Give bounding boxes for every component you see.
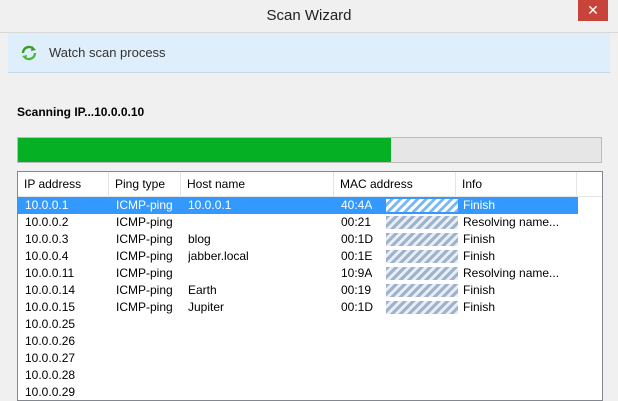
cell-ip: 10.0.0.4	[25, 249, 69, 263]
table-row[interactable]: 10.0.0.28	[18, 367, 578, 384]
cell-ip: 10.0.0.29	[25, 385, 76, 399]
window-title: Scan Wizard	[266, 7, 352, 24]
cell-host: jabber.local	[188, 249, 249, 263]
cell-info: Finish	[463, 198, 496, 212]
cell-host: Earth	[188, 283, 217, 297]
cell-mac: 00:1E	[341, 249, 373, 263]
cell-info: Resolving name...	[463, 215, 560, 229]
mac-redaction	[386, 301, 458, 314]
wizard-header: Watch scan process	[8, 33, 610, 73]
title-bar: Scan Wizard ✕	[0, 0, 618, 33]
cell-info: Finish	[463, 232, 496, 246]
cell-host: Jupiter	[188, 300, 225, 314]
cell-ping: ICMP-ping	[116, 215, 173, 229]
cell-ip: 10.0.0.14	[25, 283, 76, 297]
cell-ping: ICMP-ping	[116, 283, 173, 297]
cell-host: 10.0.0.1	[188, 198, 232, 212]
table-row[interactable]: 10.0.0.14 ICMP-ping Earth 00:19 Finish	[18, 282, 578, 299]
table-row[interactable]: 10.0.0.2 ICMP-ping 00:21 Resolving name...	[18, 214, 578, 231]
cell-ip: 10.0.0.1	[25, 198, 69, 212]
table-row[interactable]: 10.0.0.29	[18, 384, 578, 400]
close-icon: ✕	[587, 2, 599, 18]
table-header: IP address Ping type Host name MAC addre…	[18, 172, 602, 197]
cell-ip: 10.0.0.3	[25, 232, 69, 246]
cell-ping: ICMP-ping	[116, 198, 173, 212]
progress-fill	[18, 138, 392, 162]
table-row[interactable]: 10.0.0.27	[18, 350, 578, 367]
cell-mac: 00:1D	[341, 300, 374, 314]
cell-info: Finish	[463, 300, 496, 314]
mac-redaction	[386, 233, 458, 246]
cell-info: Finish	[463, 249, 496, 263]
mac-redaction	[386, 267, 458, 280]
mac-redaction	[386, 216, 458, 229]
cell-ip: 10.0.0.11	[25, 266, 75, 280]
results-table[interactable]: IP address Ping type Host name MAC addre…	[17, 171, 603, 401]
mac-redaction	[386, 284, 458, 297]
cell-info: Finish	[463, 283, 496, 297]
table-row[interactable]: 10.0.0.26	[18, 333, 578, 350]
scan-progress-bar	[17, 137, 602, 163]
cell-mac: 00:1D	[341, 232, 374, 246]
table-row[interactable]: 10.0.0.3 ICMP-ping blog 00:1D Finish	[18, 231, 578, 248]
cell-ip: 10.0.0.27	[25, 351, 76, 365]
cell-ip: 10.0.0.2	[25, 215, 69, 229]
close-button[interactable]: ✕	[578, 0, 608, 21]
mac-redaction	[386, 250, 458, 263]
cell-mac: 00:21	[341, 215, 372, 229]
column-header-info[interactable]: Info	[456, 172, 577, 196]
cell-ip: 10.0.0.25	[25, 317, 76, 331]
column-header-host-name[interactable]: Host name	[181, 172, 334, 196]
cell-ping: ICMP-ping	[116, 266, 173, 280]
cell-ping: ICMP-ping	[116, 300, 173, 314]
cell-mac: 00:19	[341, 283, 372, 297]
cell-ip: 10.0.0.26	[25, 334, 76, 348]
table-row[interactable]: 10.0.0.11 ICMP-ping 10:9A Resolving name...	[18, 265, 578, 282]
cell-ip: 10.0.0.28	[25, 368, 76, 382]
mac-redaction	[386, 199, 458, 212]
cell-info: Resolving name...	[463, 266, 560, 280]
cell-host: blog	[188, 232, 211, 246]
cell-mac: 10:9A	[341, 266, 373, 280]
scan-status: Scanning IP...10.0.0.10	[17, 105, 145, 119]
cell-mac: 40:4A	[341, 198, 373, 212]
header-title: Watch scan process	[49, 45, 166, 60]
table-row[interactable]: 10.0.0.15 ICMP-ping Jupiter 00:1D Finish	[18, 299, 578, 316]
cell-ping: ICMP-ping	[116, 232, 173, 246]
column-header-mac[interactable]: MAC address	[334, 172, 456, 196]
table-row[interactable]: 10.0.0.1 ICMP-ping 10.0.0.1 40:4A Finish	[18, 197, 578, 214]
cell-ping: ICMP-ping	[116, 249, 173, 263]
refresh-icon	[21, 45, 37, 61]
column-header-ip[interactable]: IP address	[18, 172, 109, 196]
table-row[interactable]: 10.0.0.4 ICMP-ping jabber.local 00:1E Finish	[18, 248, 578, 265]
cell-ip: 10.0.0.15	[25, 300, 76, 314]
column-header-ping-type[interactable]: Ping type	[109, 172, 181, 196]
table-row[interactable]: 10.0.0.25	[18, 316, 578, 333]
